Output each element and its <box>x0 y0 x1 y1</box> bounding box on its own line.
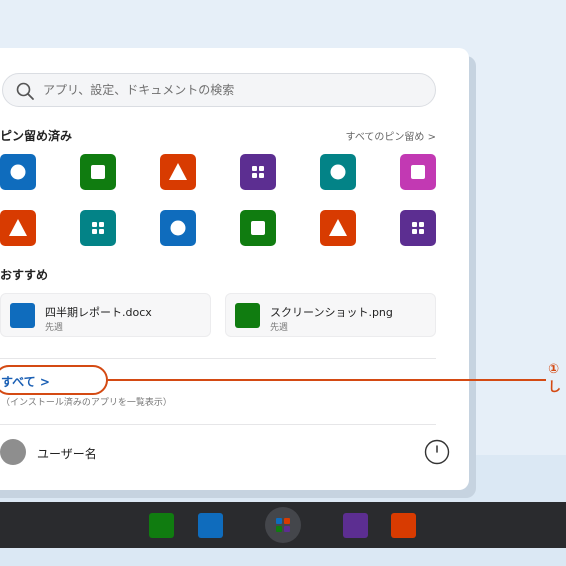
search-box[interactable] <box>2 73 436 107</box>
document-file-icon <box>10 303 35 328</box>
pinned-app-tile[interactable] <box>320 210 356 246</box>
taskbar-app-icon[interactable] <box>198 513 223 538</box>
annotation-label: ① し <box>548 361 561 397</box>
start-logo-square <box>276 526 282 532</box>
triangle-icon <box>9 219 27 236</box>
circle-icon <box>330 164 346 180</box>
all-pinned-link[interactable]: すべてのピン留め > <box>346 128 436 143</box>
recommended-item[interactable]: 四半期レポート.docx 先週 <box>0 293 211 337</box>
pinned-section-title: ピン留め済み <box>0 129 73 143</box>
pinned-app-tile[interactable] <box>240 154 276 190</box>
avatar[interactable] <box>0 439 26 465</box>
pinned-app-tile[interactable] <box>80 210 116 246</box>
file-time: 先週 <box>45 323 64 333</box>
start-logo-square <box>284 518 290 524</box>
all-apps-note: （インストール済みのアプリを一覧表示） <box>1 398 172 408</box>
recommended-item[interactable]: スクリーンショット.png 先週 <box>225 293 436 337</box>
triangle-icon <box>329 219 347 236</box>
pinned-app-tile[interactable] <box>80 154 116 190</box>
start-button[interactable] <box>265 507 301 543</box>
grid-icon <box>412 222 424 234</box>
pinned-app-tile[interactable] <box>240 210 276 246</box>
divider <box>0 424 436 425</box>
file-name: スクリーンショット.png <box>270 306 393 319</box>
circle-icon <box>10 164 26 180</box>
circle-icon <box>170 220 186 236</box>
start-logo-square <box>276 518 282 524</box>
recommended-section-title: おすすめ <box>0 268 49 282</box>
pinned-app-tile[interactable] <box>320 154 356 190</box>
square-icon <box>411 165 425 179</box>
pinned-app-tile[interactable] <box>400 154 436 190</box>
pinned-app-tile[interactable] <box>0 210 36 246</box>
file-name: 四半期レポート.docx <box>45 306 152 319</box>
square-icon <box>91 165 105 179</box>
annotation-label-line1: ① <box>548 362 560 377</box>
annotation-callout-line <box>108 379 546 381</box>
annotation-label-line2: し <box>548 380 562 395</box>
taskbar-app-icon[interactable] <box>343 513 368 538</box>
grid-icon <box>252 166 264 178</box>
grid-icon <box>92 222 104 234</box>
search-icon <box>16 82 34 100</box>
file-time: 先週 <box>270 323 289 333</box>
pinned-app-tile[interactable] <box>160 154 196 190</box>
user-name[interactable]: ユーザー名 <box>37 445 97 462</box>
taskbar-app-icon[interactable] <box>391 513 416 538</box>
annotation-highlight-oval <box>0 365 108 395</box>
pinned-app-tile[interactable] <box>0 154 36 190</box>
square-icon <box>251 221 265 235</box>
triangle-icon <box>169 163 187 180</box>
power-icon[interactable] <box>424 439 450 465</box>
start-logo-square <box>284 526 290 532</box>
taskbar-app-icon[interactable] <box>149 513 174 538</box>
divider <box>0 358 436 359</box>
pinned-app-tile[interactable] <box>400 210 436 246</box>
search-input[interactable] <box>43 74 423 106</box>
image-file-icon <box>235 303 260 328</box>
pinned-app-tile[interactable] <box>160 210 196 246</box>
